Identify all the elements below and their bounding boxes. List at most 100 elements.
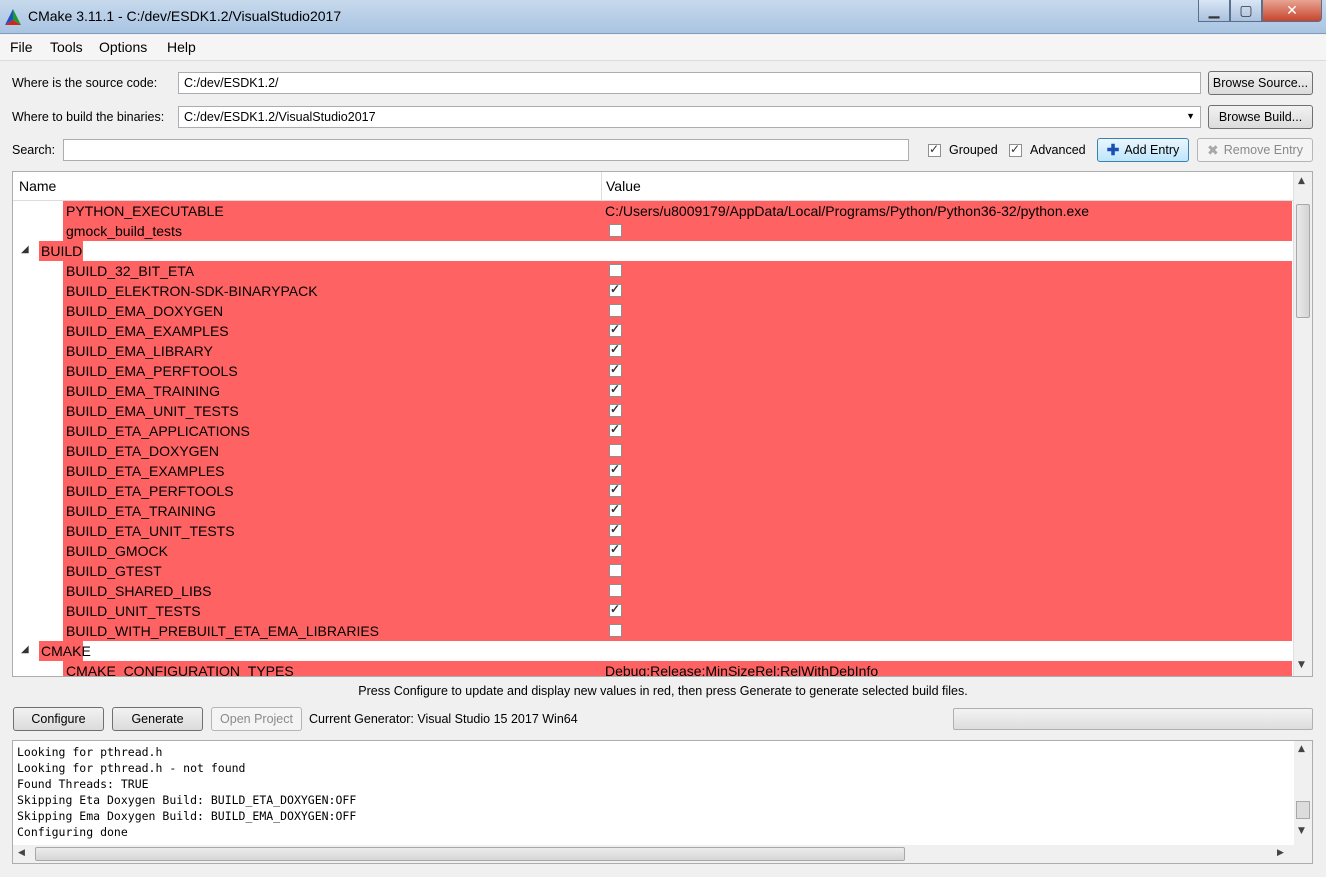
log-scroll-down-icon[interactable]: ▼ <box>1298 826 1305 836</box>
entry-checkbox[interactable] <box>609 584 622 597</box>
tree-entry-row[interactable]: gmock_build_tests <box>13 221 1292 241</box>
log-vertical-scrollbar[interactable]: ▲ ▼ <box>1294 741 1312 845</box>
entry-name: BUILD_EMA_EXAMPLES <box>66 323 229 339</box>
tree-entry-row[interactable]: BUILD_EMA_LIBRARY <box>13 341 1292 361</box>
tree-entry-row[interactable]: BUILD_ETA_APPLICATIONS <box>13 421 1292 441</box>
browse-build-button[interactable]: Browse Build... <box>1208 105 1313 129</box>
entry-checkbox[interactable] <box>609 362 622 377</box>
log-hscroll-thumb[interactable] <box>35 847 905 861</box>
entry-checkbox[interactable] <box>609 304 622 317</box>
column-header-value[interactable]: Value <box>606 178 641 194</box>
entry-name: BUILD_WITH_PREBUILT_ETA_EMA_LIBRARIES <box>66 623 380 639</box>
scroll-up-arrow-icon[interactable]: ▲ <box>1298 176 1305 186</box>
entry-checkbox[interactable] <box>609 282 622 297</box>
browse-source-button[interactable]: Browse Source... <box>1208 71 1313 95</box>
tree-group-row[interactable]: ◢ CMAKE <box>13 641 1292 661</box>
tree-entry-row[interactable]: BUILD_ETA_UNIT_TESTS <box>13 521 1292 541</box>
column-header-name[interactable]: Name <box>19 178 56 194</box>
close-button[interactable]: ✕ <box>1262 0 1322 22</box>
tree-entry-row[interactable]: BUILD_GMOCK <box>13 541 1292 561</box>
minimize-button[interactable]: ▁ <box>1198 0 1230 22</box>
menu-file[interactable]: File <box>10 39 33 55</box>
entry-name: BUILD_ETA_TRAINING <box>66 503 216 519</box>
current-generator-label: Current Generator: Visual Studio 15 2017… <box>309 712 578 726</box>
generate-button[interactable]: Generate <box>112 707 203 731</box>
tree-entry-row[interactable]: BUILD_ETA_TRAINING <box>13 501 1292 521</box>
menu-tools[interactable]: Tools <box>50 39 83 55</box>
tree-entry-row[interactable]: BUILD_GTEST <box>13 561 1292 581</box>
menu-options[interactable]: Options <box>99 39 147 55</box>
entry-checkbox[interactable] <box>609 502 622 517</box>
tree-entry-row[interactable]: BUILD_ELEKTRON-SDK-BINARYPACK <box>13 281 1292 301</box>
tree-entry-row[interactable]: BUILD_UNIT_TESTS <box>13 601 1292 621</box>
changed-row-highlight <box>63 361 1292 381</box>
entry-checkbox[interactable] <box>609 462 622 477</box>
entry-name: BUILD_EMA_UNIT_TESTS <box>66 403 239 419</box>
advanced-checkbox[interactable] <box>1009 142 1022 157</box>
entry-checkbox[interactable] <box>609 542 622 557</box>
entry-checkbox[interactable] <box>609 342 622 357</box>
tree-entry-row[interactable]: BUILD_EMA_TRAINING <box>13 381 1292 401</box>
source-input[interactable]: C:/dev/ESDK1.2/ <box>178 72 1201 94</box>
build-input[interactable]: C:/dev/ESDK1.2/VisualStudio2017 ▼ <box>178 106 1201 128</box>
tree-vertical-scrollbar[interactable]: ▲ ▼ <box>1293 172 1312 676</box>
log-scroll-up-icon[interactable]: ▲ <box>1298 744 1305 754</box>
scroll-thumb[interactable] <box>1296 204 1310 318</box>
menu-help[interactable]: Help <box>167 39 196 55</box>
maximize-button[interactable]: ▢ <box>1230 0 1262 22</box>
open-project-button[interactable]: Open Project <box>211 707 302 731</box>
tree-entry-row[interactable]: BUILD_EMA_DOXYGEN <box>13 301 1292 321</box>
log-horizontal-scrollbar[interactable]: ◀ ▶ <box>13 845 1312 863</box>
entry-checkbox[interactable] <box>609 422 622 437</box>
output-log: Looking for pthread.h Looking for pthread… <box>12 740 1313 864</box>
entry-checkbox[interactable] <box>609 322 622 337</box>
entry-checkbox[interactable] <box>609 264 622 277</box>
remove-entry-button[interactable]: ✖ Remove Entry <box>1197 138 1313 162</box>
remove-icon: ✖ <box>1207 141 1219 158</box>
tree-entry-row[interactable]: BUILD_ETA_PERFTOOLS <box>13 481 1292 501</box>
tree-entry-row[interactable]: BUILD_ETA_DOXYGEN <box>13 441 1292 461</box>
tree-entry-row[interactable]: CMAKE_CONFIGURATION_TYPES Debug;Release;M… <box>13 661 1292 676</box>
entry-checkbox[interactable] <box>609 602 622 617</box>
tree-entry-row[interactable]: BUILD_ETA_EXAMPLES <box>13 461 1292 481</box>
search-input[interactable] <box>63 139 909 161</box>
entry-checkbox[interactable] <box>609 522 622 537</box>
add-entry-button[interactable]: ✚ Add Entry <box>1097 138 1189 162</box>
entry-value[interactable]: C:/Users/u8009179/AppData/Local/Programs… <box>605 203 1089 219</box>
entry-checkbox[interactable] <box>609 444 622 457</box>
grouped-checkbox[interactable] <box>928 142 941 157</box>
log-line: Skipping Eta Doxygen Build: BUILD_ETA_DO… <box>17 793 357 807</box>
tree-entry-row[interactable]: PYTHON_EXECUTABLE C:/Users/u8009179/AppDa… <box>13 201 1292 221</box>
entry-name: CMAKE <box>41 643 91 659</box>
entry-checkbox[interactable] <box>609 624 622 637</box>
dropdown-arrow-icon[interactable]: ▼ <box>1186 111 1195 121</box>
build-label: Where to build the binaries: <box>12 110 165 124</box>
entry-checkbox[interactable] <box>609 564 622 577</box>
changed-row-highlight <box>63 321 1292 341</box>
tree-entry-row[interactable]: BUILD_EMA_EXAMPLES <box>13 321 1292 341</box>
expand-arrow-icon[interactable]: ◢ <box>21 244 29 255</box>
log-scroll-right-icon[interactable]: ▶ <box>1277 848 1284 858</box>
tree-group-row[interactable]: ◢ BUILD <box>13 241 1292 261</box>
entry-name: BUILD_ETA_UNIT_TESTS <box>66 523 235 539</box>
tree-entry-row[interactable]: BUILD_EMA_PERFTOOLS <box>13 361 1292 381</box>
window-title: CMake 3.11.1 - C:/dev/ESDK1.2/VisualStud… <box>28 8 342 24</box>
expand-arrow-icon[interactable]: ◢ <box>21 644 29 655</box>
changed-row-highlight <box>63 561 1292 581</box>
entry-checkbox[interactable] <box>609 382 622 397</box>
tree-entry-row[interactable]: BUILD_EMA_UNIT_TESTS <box>13 401 1292 421</box>
entry-checkbox[interactable] <box>609 224 622 237</box>
entry-checkbox[interactable] <box>609 402 622 417</box>
tree-entry-row[interactable]: BUILD_WITH_PREBUILT_ETA_EMA_LIBRARIES <box>13 621 1292 641</box>
configure-button[interactable]: Configure <box>13 707 104 731</box>
scroll-down-arrow-icon[interactable]: ▼ <box>1298 660 1305 670</box>
entry-value[interactable]: Debug;Release;MinSizeRel;RelWithDebInfo <box>605 663 878 676</box>
entry-checkbox[interactable] <box>609 482 622 497</box>
plus-icon: ✚ <box>1106 142 1120 159</box>
entry-name: BUILD_ETA_EXAMPLES <box>66 463 225 479</box>
tree-entry-row[interactable]: BUILD_32_BIT_ETA <box>13 261 1292 281</box>
changed-row-highlight <box>63 501 1292 521</box>
tree-entry-row[interactable]: BUILD_SHARED_LIBS <box>13 581 1292 601</box>
log-scroll-left-icon[interactable]: ◀ <box>18 848 25 858</box>
log-scroll-thumb[interactable] <box>1296 801 1310 819</box>
